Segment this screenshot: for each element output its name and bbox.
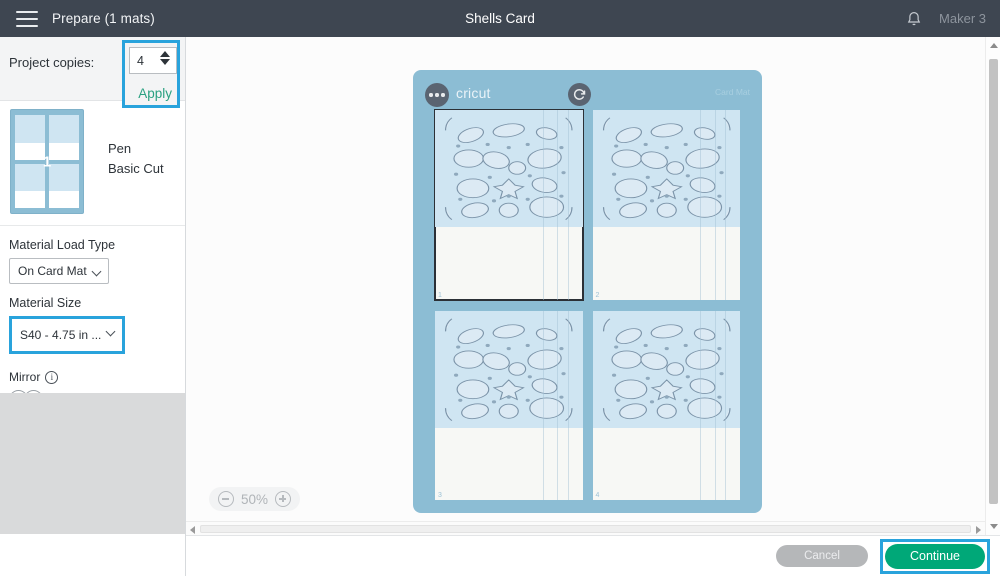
thumbnail-card	[49, 115, 79, 160]
cutting-mat[interactable]: cricut Card Mat 1 2 3 4	[413, 70, 762, 513]
continue-button[interactable]: Continue	[885, 543, 985, 569]
top-bar: Prepare (1 mats) Shells Card Maker 3	[0, 0, 1000, 37]
material-size-label: Material Size	[9, 296, 82, 310]
project-copies-value: 4	[137, 53, 144, 68]
card-artwork	[592, 310, 740, 428]
cricut-brand-label: cricut	[456, 85, 491, 101]
horizontal-scrollbar[interactable]	[186, 521, 985, 535]
prepare-title: Prepare (1 mats)	[52, 11, 155, 26]
shells-artwork-icon	[444, 318, 573, 421]
rotate-icon[interactable]	[568, 83, 591, 106]
scroll-left-icon[interactable]	[190, 526, 195, 534]
left-sidebar: Project copies: 4 Apply 1 Pen Basic Cut …	[0, 37, 186, 576]
mat-operation-pen: Pen	[108, 141, 132, 156]
info-icon[interactable]: i	[45, 370, 59, 384]
card-artwork	[435, 310, 583, 428]
project-copies-row: Project copies: 4 Apply	[0, 37, 185, 108]
machine-name: Maker 3	[939, 11, 986, 26]
vertical-scrollbar[interactable]	[985, 37, 1000, 535]
stepper-down-icon[interactable]	[160, 59, 170, 65]
thumbnail-card-art	[49, 163, 79, 192]
shells-artwork-icon	[602, 117, 731, 220]
mat-operation-basic-cut: Basic Cut	[108, 161, 164, 176]
stepper-arrows[interactable]	[160, 51, 170, 65]
material-controls: Material Load Type On Card Mat Material …	[0, 238, 185, 409]
vertical-scroll-thumb[interactable]	[989, 59, 998, 504]
app-root: Prepare (1 mats) Shells Card Maker 3 Pro…	[0, 0, 1000, 576]
thumbnail-card	[15, 115, 45, 160]
chevron-down-icon	[105, 326, 116, 337]
material-load-type-select[interactable]: On Card Mat	[9, 258, 109, 284]
material-load-type-value: On Card Mat	[18, 264, 87, 278]
scroll-down-icon[interactable]	[990, 524, 998, 529]
project-copies-stepper[interactable]: 4	[129, 47, 177, 74]
card-artwork	[592, 110, 740, 228]
material-load-type-label: Material Load Type	[9, 238, 116, 252]
shells-artwork-icon	[602, 318, 731, 421]
material-size-select[interactable]: S40 - 4.75 in ...	[9, 316, 125, 354]
material-size-value: S40 - 4.75 in ...	[20, 328, 102, 342]
sidebar-empty-area	[0, 393, 185, 534]
card-mat-label: Card Mat	[715, 87, 750, 97]
mat-canvas[interactable]: cricut Card Mat 1 2 3 4 50%	[186, 37, 1000, 535]
bell-icon[interactable]	[905, 10, 923, 28]
thumbnail-card-art	[15, 115, 45, 143]
more-options-icon[interactable]	[425, 83, 449, 107]
card-grid: 1 2 3 4	[434, 109, 740, 500]
mirror-row: Mirror i	[9, 370, 176, 384]
project-copies-highlight: 4 Apply	[122, 40, 180, 108]
zoom-out-icon[interactable]	[218, 491, 234, 507]
apply-button[interactable]: Apply	[138, 86, 172, 101]
zoom-control: 50%	[209, 487, 301, 511]
cancel-button[interactable]: Cancel	[776, 545, 868, 567]
scroll-up-icon[interactable]	[990, 43, 998, 48]
continue-button-highlight: Continue	[880, 538, 990, 574]
thumbnail-card	[49, 163, 79, 208]
top-bar-right: Maker 3	[905, 0, 986, 37]
card-number: 3	[438, 492, 442, 499]
project-copies-label: Project copies:	[9, 55, 95, 70]
card-item[interactable]: 3	[435, 310, 583, 500]
mat-thumbnail[interactable]: 1	[10, 109, 84, 214]
card-number: 2	[595, 291, 600, 299]
card-artwork	[435, 110, 583, 228]
zoom-in-icon[interactable]	[275, 491, 292, 507]
scroll-right-icon[interactable]	[976, 526, 981, 534]
card-item[interactable]: 1	[434, 109, 584, 301]
footer-bar: Cancel Continue	[186, 535, 1000, 576]
card-item[interactable]: 2	[592, 110, 740, 300]
shells-artwork-icon	[444, 117, 573, 220]
card-number: 1	[438, 291, 442, 299]
hamburger-menu-icon[interactable]	[16, 10, 38, 27]
card-number: 4	[595, 492, 600, 499]
thumbnail-card-art	[49, 115, 79, 143]
mat-list-row[interactable]: 1 Pen Basic Cut	[0, 101, 185, 226]
mirror-label: Mirror	[9, 370, 41, 384]
material-size-wrapper: S40 - 4.75 in ...	[5, 316, 176, 356]
thumbnail-card-art	[15, 163, 45, 192]
stepper-up-icon[interactable]	[160, 51, 170, 57]
horizontal-scroll-thumb[interactable]	[200, 525, 971, 533]
mat-operations-list: Pen Basic Cut	[108, 139, 164, 179]
thumbnail-card	[15, 163, 45, 208]
chevron-down-icon	[91, 266, 102, 277]
card-item[interactable]: 4	[592, 310, 740, 500]
zoom-level-label: 50%	[241, 491, 269, 507]
mat-thumbnail-number: 1	[42, 153, 52, 170]
